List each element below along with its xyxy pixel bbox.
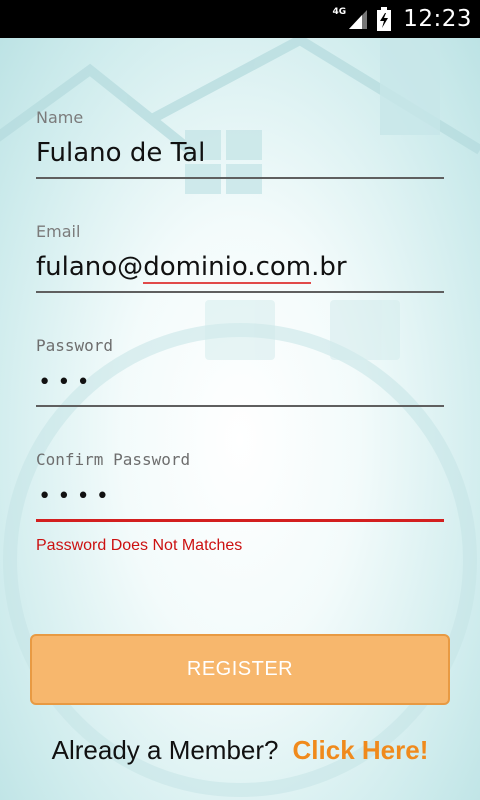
- name-label: Name: [36, 108, 84, 127]
- already-member-row: Already a Member? Click Here!: [0, 735, 480, 766]
- battery-charging-icon: [377, 7, 392, 31]
- email-input[interactable]: fulano@dominio.com.br: [36, 252, 347, 284]
- confirm-password-field[interactable]: Confirm Password ••••: [36, 450, 444, 524]
- status-bar: 4G 12:23: [0, 0, 480, 38]
- name-underline: [36, 177, 444, 179]
- confirm-password-input[interactable]: ••••: [38, 484, 115, 509]
- password-input[interactable]: •••: [38, 370, 96, 395]
- email-field[interactable]: Email fulano@dominio.com.br: [36, 222, 444, 294]
- email-value-misspelled: dominio.com: [143, 252, 312, 284]
- email-underline: [36, 291, 444, 293]
- password-label: Password: [36, 336, 114, 355]
- password-field[interactable]: Password •••: [36, 336, 444, 408]
- email-value-suffix: .br: [311, 252, 347, 282]
- clock: 12:23: [403, 6, 472, 32]
- register-form: Name Fulano de Tal Email fulano@dominio.…: [0, 38, 480, 800]
- register-button[interactable]: REGISTER: [30, 634, 450, 705]
- password-underline: [36, 405, 444, 407]
- password-error-message: Password Does Not Matches: [36, 537, 243, 554]
- login-link[interactable]: Click Here!: [293, 735, 429, 766]
- confirm-password-label: Confirm Password: [36, 450, 191, 469]
- email-value-prefix: fulano@: [36, 252, 144, 282]
- already-member-text: Already a Member?: [51, 735, 279, 765]
- name-field[interactable]: Name Fulano de Tal: [36, 108, 444, 180]
- confirm-password-underline: [36, 519, 444, 522]
- name-input[interactable]: Fulano de Tal: [36, 138, 205, 168]
- signal-icon: [349, 10, 368, 29]
- email-label: Email: [36, 222, 81, 241]
- network-type: 4G: [332, 7, 347, 17]
